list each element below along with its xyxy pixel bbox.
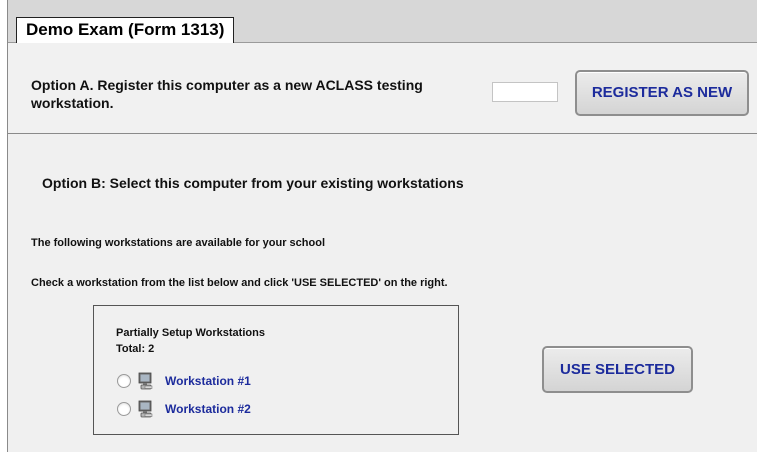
workstation-total: Total: 2	[116, 343, 155, 355]
computer-icon	[138, 372, 153, 390]
computer-icon	[138, 400, 153, 418]
workstation-row-1[interactable]: Workstation #1	[117, 371, 251, 391]
workstation-1-link[interactable]: Workstation #1	[165, 374, 251, 388]
workstation-list-heading: Partially Setup Workstations Total: 2	[116, 325, 265, 357]
workstation-2-radio[interactable]	[117, 402, 131, 416]
instruction-text: Check a workstation from the list below …	[31, 277, 448, 289]
page-title: Demo Exam (Form 1313)	[16, 17, 235, 44]
use-selected-button[interactable]: USE SELECTED	[542, 346, 693, 393]
register-as-new-button[interactable]: REGISTER AS NEW	[575, 70, 749, 116]
workstation-1-radio[interactable]	[117, 374, 131, 388]
list-heading-label: Partially Setup Workstations	[116, 327, 265, 339]
workstation-list: Partially Setup Workstations Total: 2 Wo…	[93, 305, 459, 435]
workstation-2-link[interactable]: Workstation #2	[165, 402, 251, 416]
available-workstations-text: The following workstations are available…	[31, 237, 326, 249]
option-a-description: Option A. Register this computer as a ne…	[31, 77, 423, 111]
option-b-panel: Option B: Select this computer from your…	[8, 134, 757, 452]
page-frame: Demo Exam (Form 1313) Option A. Register…	[7, 0, 757, 452]
register-name-input[interactable]	[492, 82, 558, 102]
title-bar: Demo Exam (Form 1313)	[8, 0, 757, 44]
workstation-row-2[interactable]: Workstation #2	[117, 399, 251, 419]
option-b-heading: Option B: Select this computer from your…	[42, 175, 464, 191]
